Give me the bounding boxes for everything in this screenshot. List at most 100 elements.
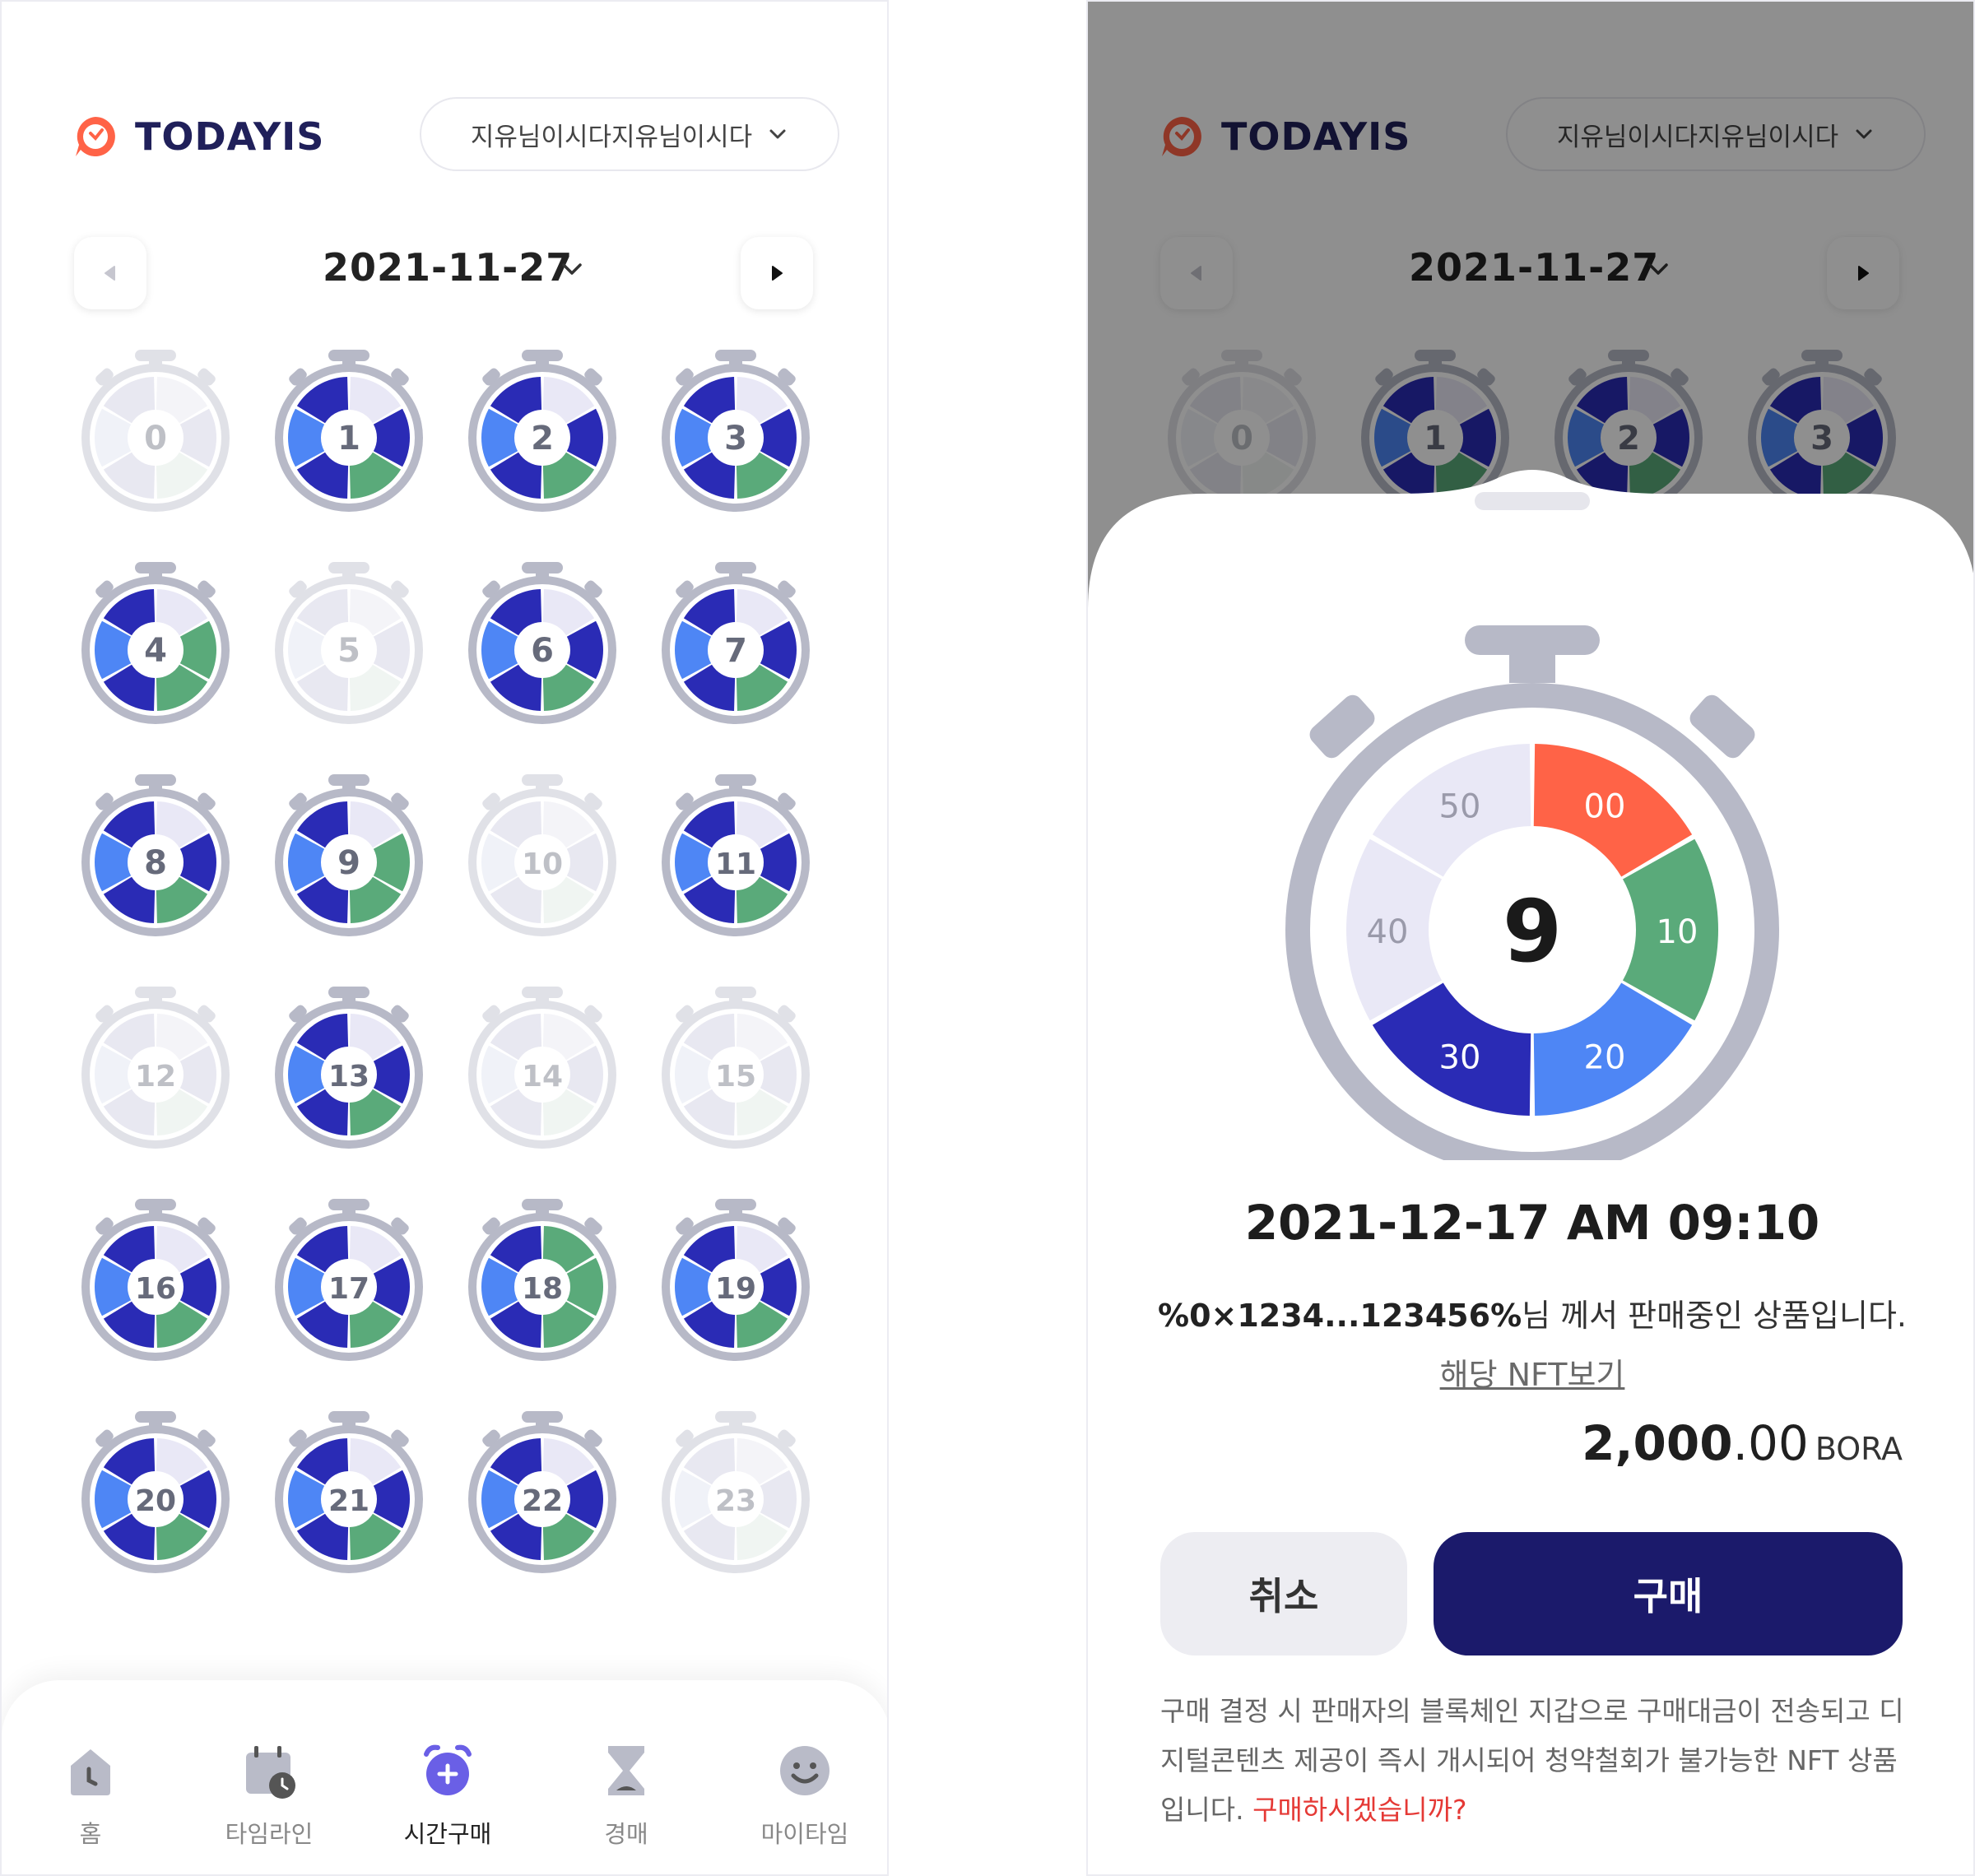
stopwatch-icon: 7 [662,562,810,724]
seller-info: %0×1234...123456%님 께서 판매중인 상품입니다. [1088,1290,1973,1335]
stopwatch-icon: 13 [275,987,423,1149]
stopwatch-icon: 1 [275,350,423,512]
stopwatch-icon: 23 [662,1411,810,1573]
hour-timer-3[interactable]: 3 [658,343,814,516]
tab-hourglass[interactable]: 경매 [560,1738,692,1850]
timer-hour-label: 13 [328,1060,369,1094]
timer-hour-label: 3 [724,420,747,457]
hour-timer-2[interactable]: 2 [464,343,620,516]
timer-hour-label: 18 [522,1272,563,1306]
timer-hour-label: 6 [531,632,554,670]
stopwatch-icon: 11 [662,774,810,936]
hour-timer-12[interactable]: 12 [77,980,234,1153]
stopwatch-stem [1509,650,1555,683]
cancel-button[interactable]: 취소 [1160,1532,1407,1655]
tab-smile[interactable]: 마이타임 [739,1738,871,1850]
seller-address: %0×1234...123456% [1158,1298,1522,1334]
right-screen: TODAYIS 지유님이시다지유님이시다 2021-11-27 01234567… [1086,0,1975,1876]
minute-label: 50 [1439,788,1481,826]
price-decimal: .00 [1732,1415,1809,1471]
timer-hour-label: 14 [522,1060,563,1094]
timer-hour-label: 0 [144,420,167,457]
hour-timer-19[interactable]: 19 [658,1192,814,1365]
stopwatch-icon: 2 [468,350,616,512]
selected-hour: 9 [1503,881,1562,982]
hour-timer-23[interactable]: 23 [658,1405,814,1577]
bottom-navigation: 홈 타임라인 시간구매 경매 마이타임 [2,1680,887,1874]
tab-label: 홈 [79,1820,102,1848]
stopwatch-icon: 14 [468,987,616,1149]
hour-timer-8[interactable]: 8 [77,768,234,940]
hour-timer-10[interactable]: 10 [464,768,620,940]
stopwatch-icon: 17 [275,1199,423,1361]
stopwatch-icon: 12 [81,987,230,1149]
hour-timer-11[interactable]: 11 [658,768,814,940]
tab-label: 타임라인 [225,1820,314,1848]
timer-hour-label: 22 [522,1484,563,1518]
hour-timer-9[interactable]: 9 [271,768,427,940]
timer-hour-label: 2 [531,420,554,457]
hour-timer-22[interactable]: 22 [464,1405,620,1577]
calendar-clock-icon [246,1746,295,1799]
timer-hour-label: 4 [144,632,167,670]
stopwatch-icon: 15 [662,987,810,1149]
timer-hour-label: 19 [715,1272,756,1306]
hour-timer-14[interactable]: 14 [464,980,620,1153]
stopwatch-detail: 00 10 20 30 40 50 9 [1285,625,1779,1160]
stopwatch-icon: 4 [81,562,230,724]
stopwatch-icon: 22 [468,1411,616,1573]
hour-timer-6[interactable]: 6 [464,555,620,728]
slot-time: 2021-12-17 AM 09:10 [1244,1195,1820,1251]
hour-timer-17[interactable]: 17 [271,1192,427,1365]
timer-hour-label: 11 [715,847,756,881]
hour-timer-5[interactable]: 5 [271,555,427,728]
timer-hour-label: 12 [135,1060,176,1094]
notice-warning: 구매하시겠습니까? [1252,1794,1467,1826]
timer-hour-label: 9 [337,844,360,882]
price: 2,000.00 BORA [1582,1415,1903,1471]
hour-timer-16[interactable]: 16 [77,1192,234,1365]
timer-hour-label: 1 [337,420,360,457]
hour-timer-4[interactable]: 4 [77,555,234,728]
hour-timer-7[interactable]: 7 [658,555,814,728]
stopwatch-icon: 20 [81,1411,230,1573]
purchase-notice: 구매 결정 시 판매자의 블록체인 지갑으로 구매대금이 전송되고 디지털콘텐츠… [1160,1687,1917,1835]
sheet-handle[interactable] [1475,492,1590,510]
seller-suffix: 님 께서 판매중인 상품입니다. [1522,1298,1907,1334]
timer-hour-label: 16 [135,1272,176,1306]
hour-timer-18[interactable]: 18 [464,1192,620,1365]
hour-timer-20[interactable]: 20 [77,1405,234,1577]
hour-timer-13[interactable]: 13 [271,980,427,1153]
buy-button[interactable]: 구매 [1434,1532,1903,1655]
timer-hour-label: 23 [715,1484,756,1518]
timer-hour-label: 21 [328,1484,369,1518]
timer-hour-label: 5 [337,632,360,670]
tab-alarm-plus[interactable]: 시간구매 [382,1738,514,1850]
buy-button-label: 구매 [1633,1574,1703,1618]
cancel-button-label: 취소 [1248,1574,1319,1618]
stopwatch-icon: 0 [81,350,230,512]
minute-label: 10 [1657,913,1698,951]
minute-label: 30 [1439,1038,1481,1076]
hour-timer-15[interactable]: 15 [658,980,814,1153]
timer-hour-label: 17 [328,1272,369,1306]
hour-timer-0[interactable]: 0 [77,343,234,516]
smile-icon [780,1746,830,1795]
stopwatch-icon: 16 [81,1199,230,1361]
tab-calendar-clock[interactable]: 타임라인 [203,1738,335,1850]
minute-label: 20 [1584,1038,1626,1076]
hour-timer-grid: 01234567891011121314151617181920212223 [2,2,887,1647]
stopwatch-icon: 9 [275,774,423,936]
stopwatch-icon: 18 [468,1199,616,1361]
tab-home[interactable]: 홈 [25,1738,156,1850]
stopwatch-icon: 21 [275,1411,423,1573]
stopwatch-icon: 5 [275,562,423,724]
tab-label: 시간구매 [403,1820,492,1848]
price-integer: 2,000 [1582,1415,1733,1471]
hour-timer-21[interactable]: 21 [271,1405,427,1577]
hour-timer-1[interactable]: 1 [271,343,427,516]
alarm-plus-icon [424,1744,472,1795]
stopwatch-icon: 19 [662,1199,810,1361]
stopwatch-icon: 6 [468,562,616,724]
view-nft-link[interactable]: 해당 NFT보기 [1088,1349,1973,1395]
